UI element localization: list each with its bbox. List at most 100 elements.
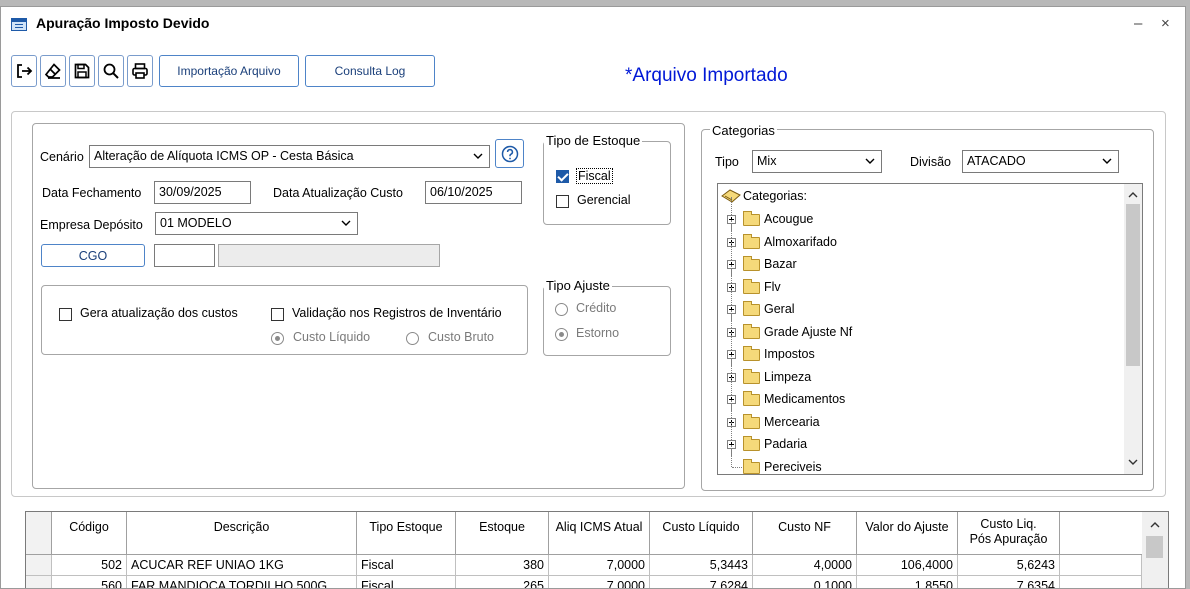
tree-item-label: Almoxarifado <box>764 234 837 249</box>
print-button[interactable] <box>127 55 153 87</box>
cell-custo-nf[interactable]: 4,0000 <box>753 555 857 576</box>
header-tipo-estoque[interactable]: Tipo Estoque <box>357 512 456 555</box>
cell-custo-nf[interactable]: 0,1000 <box>753 576 857 588</box>
custo-liquido-label: Custo Líquido <box>293 330 371 344</box>
table-row[interactable]: 560 FAR MANDIOCA TORDILHO 500G Fiscal 265 7,… <box>26 576 1142 588</box>
tree-item[interactable]: Padaria <box>721 422 1121 456</box>
header-valor-ajuste[interactable]: Valor do Ajuste <box>857 512 958 555</box>
cell-estoque[interactable]: 265 <box>456 576 549 588</box>
save-button[interactable] <box>69 55 95 87</box>
cell-codigo[interactable]: 502 <box>52 555 127 576</box>
header-custo-nf[interactable]: Custo NF <box>753 512 857 555</box>
chevron-up-icon[interactable] <box>1150 520 1160 530</box>
cell-tipo-estoque[interactable]: Fiscal <box>357 555 456 576</box>
chevron-down-icon <box>341 220 351 226</box>
categories-tree[interactable]: Categorias: Acougue Almoxarifado Bazar Flv G… <box>717 183 1143 475</box>
results-grid[interactable]: Código Descrição Tipo Estoque Estoque Al… <box>25 511 1169 588</box>
cell-custo-liquido[interactable]: 7,6284 <box>650 576 753 588</box>
cenario-select[interactable]: Alteração de Alíquota ICMS OP - Cesta Bá… <box>89 145 490 168</box>
cell-filler <box>1060 555 1142 576</box>
tipo-select[interactable]: Mix <box>752 150 882 173</box>
exit-button[interactable] <box>11 55 37 87</box>
tree-item-label: Mercearia <box>764 414 820 429</box>
table-row[interactable]: 502 ACUCAR REF UNIAO 1KG Fiscal 380 7,0000 5,… <box>26 555 1142 576</box>
tree-item[interactable]: Grade Ajuste Nf <box>721 309 1121 344</box>
cell-custo-pos[interactable]: 7,6354 <box>958 576 1060 588</box>
cell-descricao[interactable]: ACUCAR REF UNIAO 1KG <box>127 555 357 576</box>
grid-scroll-thumb[interactable] <box>1146 536 1163 558</box>
cell-descricao[interactable]: FAR MANDIOCA TORDILHO 500G <box>127 576 357 588</box>
credito-radio[interactable] <box>555 303 568 316</box>
cgo-code-input[interactable] <box>154 244 215 267</box>
header-codigo[interactable]: Código <box>52 512 127 555</box>
tree-item[interactable]: Bazar <box>721 242 1121 276</box>
header-custo-pos-apuracao[interactable]: Custo Liq. Pós Apuração <box>958 512 1060 555</box>
tree-item[interactable]: Mercearia <box>721 399 1121 434</box>
tree-item[interactable]: Pereciveis <box>721 444 1121 475</box>
divisao-select[interactable]: ATACADO <box>962 150 1119 173</box>
cell-filler <box>1060 576 1142 588</box>
minimize-button[interactable]: – <box>1134 15 1142 32</box>
search-icon <box>103 63 119 79</box>
help-button[interactable] <box>495 139 524 168</box>
cell-tipo-estoque[interactable]: Fiscal <box>357 576 456 588</box>
chevron-up-icon[interactable] <box>1128 190 1138 200</box>
folder-icon <box>743 368 760 384</box>
cell-custo-pos[interactable]: 5,6243 <box>958 555 1060 576</box>
search-button[interactable] <box>98 55 124 87</box>
custo-bruto-radio[interactable] <box>406 332 419 345</box>
cgo-button[interactable]: CGO <box>41 244 145 267</box>
grid-scrollbar[interactable] <box>1142 512 1168 588</box>
gerencial-label: Gerencial <box>577 193 631 207</box>
cell-custo-liquido[interactable]: 5,3443 <box>650 555 753 576</box>
tree-item[interactable]: Acougue <box>721 197 1121 231</box>
fiscal-checkbox[interactable] <box>556 170 569 183</box>
folder-icon <box>743 211 760 226</box>
header-custo-liquido[interactable]: Custo Líquido <box>650 512 753 555</box>
empresa-deposito-select[interactable]: 01 MODELO <box>155 212 358 235</box>
estorno-radio[interactable] <box>555 328 568 341</box>
empresa-deposito-label: Empresa Depósito <box>40 218 143 232</box>
cell-codigo[interactable]: 560 <box>52 576 127 588</box>
import-file-button[interactable]: Importação Arquivo <box>159 55 299 87</box>
tree-item[interactable]: Limpeza <box>721 354 1121 389</box>
gerencial-checkbox[interactable] <box>556 195 569 208</box>
folder-icon <box>743 346 760 361</box>
tipo-value: Mix <box>757 154 777 168</box>
clear-button[interactable] <box>40 55 66 87</box>
tipo-ajuste-legend: Tipo Ajuste <box>544 278 612 293</box>
custo-liquido-radio[interactable] <box>271 332 284 345</box>
consult-log-button[interactable]: Consulta Log <box>305 55 435 87</box>
close-button[interactable]: × <box>1161 15 1170 32</box>
cell-aliq[interactable]: 7,0000 <box>549 555 650 576</box>
credito-label: Crédito <box>576 301 617 315</box>
tree-item[interactable]: Geral <box>721 287 1121 321</box>
cell-estoque[interactable]: 380 <box>456 555 549 576</box>
validacao-checkbox[interactable] <box>271 308 284 321</box>
header-estoque[interactable]: Estoque <box>456 512 549 555</box>
gera-atualizacao-label: Gera atualização dos custos <box>80 306 238 320</box>
tree-item[interactable]: Impostos <box>721 332 1121 366</box>
cell-valor-ajuste[interactable]: 106,4000 <box>857 555 958 576</box>
exit-icon <box>17 64 33 78</box>
chevron-down-icon[interactable] <box>1128 457 1138 467</box>
tree-item[interactable]: Almoxarifado <box>721 219 1121 254</box>
estorno-label: Estorno <box>576 326 620 340</box>
folder-icon <box>743 458 760 474</box>
gera-atualizacao-checkbox[interactable] <box>59 308 72 321</box>
cell-aliq[interactable]: 7,0000 <box>549 576 650 588</box>
tree-item[interactable]: Flv <box>721 264 1121 299</box>
header-aliq[interactable]: Aliq ICMS Atual <box>549 512 650 555</box>
data-atualizacao-input[interactable]: 06/10/2025 <box>425 181 522 204</box>
header-descricao[interactable]: Descrição <box>127 512 357 555</box>
data-fechamento-input[interactable]: 30/09/2025 <box>154 181 251 204</box>
tree-scroll-thumb[interactable] <box>1126 204 1140 366</box>
tree-item[interactable]: Medicamentos <box>721 377 1121 411</box>
divisao-value: ATACADO <box>967 154 1026 168</box>
cell-valor-ajuste[interactable]: 1,8550 <box>857 576 958 588</box>
options-group: Gera atualização dos custos Validação no… <box>41 285 528 355</box>
tree-item-label: Medicamentos <box>764 392 846 406</box>
tree-root[interactable]: Categorias: <box>721 186 1121 208</box>
validacao-label: Validação nos Registros de Inventário <box>292 306 502 320</box>
tree-scrollbar[interactable] <box>1124 184 1142 474</box>
